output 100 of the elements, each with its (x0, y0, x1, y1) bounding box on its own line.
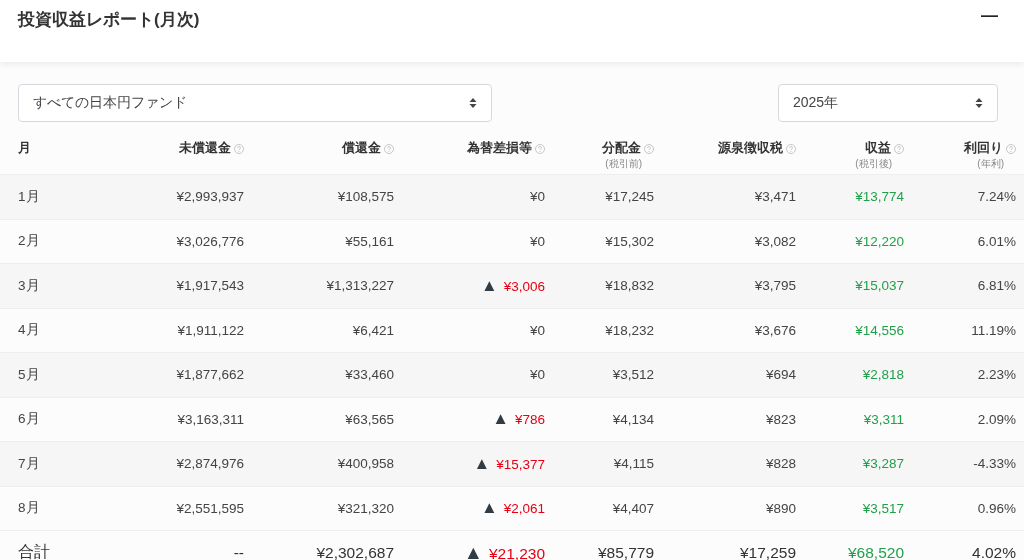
table-cell: ¥3,512 (612, 367, 654, 383)
table-cell: ¥33,460 (345, 367, 394, 383)
table-cell: ¥823 (765, 411, 796, 427)
loss-mark: ▲ (473, 453, 491, 473)
column-header: 分配金 (602, 140, 641, 157)
month-label: 2月 (18, 233, 40, 249)
column-header: 未償還金 (179, 140, 231, 157)
column-header: 源泉徴収税 (718, 140, 783, 157)
table-cell: ¥2,993,937 (176, 189, 244, 205)
table-cell: ¥1,917,543 (176, 278, 244, 294)
help-icon[interactable] (786, 143, 796, 154)
column-header: 月 (18, 140, 31, 157)
column-subheader: (年利) (977, 157, 1004, 171)
help-icon[interactable] (644, 143, 654, 154)
table-cell: 4.02% (972, 543, 1016, 560)
month-label: 3月 (18, 277, 40, 293)
table-cell: ¥3,795 (754, 278, 796, 294)
loss-mark: ▲ (481, 498, 498, 518)
table-cell: ¥108,575 (337, 189, 394, 205)
table-cell: ¥321,320 (337, 500, 394, 516)
help-icon[interactable] (535, 143, 545, 154)
table-cell: ¥3,287 (862, 456, 904, 472)
table-cell: ¥2,551,595 (176, 500, 244, 516)
table-cell: ¥3,676 (754, 322, 796, 338)
table-cell: ¥3,311 (863, 411, 904, 427)
table-cell: ¥13,774 (855, 189, 904, 205)
loss-mark: ▲ (481, 275, 498, 295)
table-cell: ¥3,082 (754, 233, 796, 249)
table-cell: -- (233, 543, 244, 560)
table-cell: ¥0 (529, 322, 545, 338)
table-cell: ¥14,556 (855, 322, 904, 338)
table-cell: ¥2,061 (503, 501, 545, 517)
table-cell: ¥68,520 (847, 543, 904, 560)
table-cell: ¥2,302,687 (316, 543, 394, 560)
month-label: 合計 (18, 543, 50, 560)
table-cell: ¥694 (765, 367, 796, 383)
table-cell: ¥2,818 (862, 367, 904, 383)
table-cell: ¥3,006 (503, 278, 545, 294)
column-header: 償還金 (342, 140, 381, 157)
table-cell: ¥55,161 (345, 233, 394, 249)
table-cell: ¥15,377 (496, 456, 545, 472)
table-cell: ¥4,407 (612, 500, 654, 516)
table-cell: 2.23% (977, 367, 1016, 383)
table-cell: ¥17,245 (605, 189, 654, 205)
table-cell: ¥6,421 (352, 322, 394, 338)
month-label: 6月 (18, 411, 40, 427)
column-header: 為替差損等 (467, 140, 532, 157)
help-icon[interactable] (1006, 143, 1016, 154)
table-cell: ¥890 (765, 500, 796, 516)
month-label: 8月 (18, 500, 40, 516)
sort-arrows-icon (975, 97, 983, 109)
help-icon[interactable] (234, 143, 244, 154)
table-cell: ¥63,565 (345, 411, 394, 427)
table-cell: ¥3,471 (754, 189, 796, 205)
month-label: 1月 (18, 188, 40, 204)
table-cell: ¥4,134 (612, 411, 654, 427)
table-cell: ¥3,517 (862, 500, 904, 516)
table-cell: ¥1,877,662 (176, 367, 244, 383)
loss-mark: ▲ (463, 541, 483, 560)
table-cell: ¥15,037 (855, 278, 904, 294)
loss-mark: ▲ (492, 409, 509, 429)
table-cell: ¥4,115 (613, 456, 654, 472)
help-icon[interactable] (894, 143, 904, 154)
year-select[interactable]: 2025年 (778, 84, 998, 122)
table-cell: ¥18,232 (605, 322, 654, 338)
month-label: 7月 (18, 455, 40, 471)
table-cell: ¥400,958 (337, 456, 394, 472)
column-header: 利回り (964, 140, 1003, 157)
table-cell: ¥17,259 (739, 543, 796, 560)
table-cell: ¥15,302 (605, 233, 654, 249)
table-cell: ¥3,026,776 (176, 233, 244, 249)
table-cell: ¥0 (529, 189, 545, 205)
collapse-button[interactable]: — (981, 6, 998, 26)
table-cell: ¥0 (529, 233, 545, 249)
table-cell: ¥1,313,227 (326, 278, 394, 294)
column-header: 収益 (865, 140, 891, 157)
table-cell: 6.81% (977, 278, 1016, 294)
table-cell: ¥1,911,122 (177, 322, 244, 338)
table-cell: 2.09% (977, 411, 1016, 427)
table-cell: ¥3,163,311 (177, 411, 244, 427)
table-cell: ¥0 (529, 367, 545, 383)
table-cell: 11.19% (971, 322, 1016, 338)
table-cell: ¥85,779 (597, 543, 654, 560)
table-cell: 0.96% (977, 500, 1016, 516)
month-label: 4月 (18, 322, 40, 338)
month-label: 5月 (18, 366, 40, 382)
table-cell: -4.33% (973, 456, 1016, 472)
table-cell: 7.24% (977, 189, 1016, 205)
table-cell: ¥786 (514, 412, 545, 428)
help-icon[interactable] (384, 143, 394, 154)
sort-arrows-icon (469, 97, 477, 109)
column-subheader: (税引後) (855, 157, 892, 171)
table-cell: ¥12,220 (855, 233, 904, 249)
table-cell: ¥2,874,976 (176, 456, 244, 472)
panel-title: 投資収益レポート(月次) (18, 9, 200, 31)
fund-select[interactable]: すべての日本円ファンド (18, 84, 492, 122)
column-subheader: (税引前) (605, 157, 642, 171)
table-cell: ¥828 (765, 456, 796, 472)
table-cell: ¥18,832 (605, 278, 654, 294)
table-cell: 6.01% (977, 233, 1016, 249)
